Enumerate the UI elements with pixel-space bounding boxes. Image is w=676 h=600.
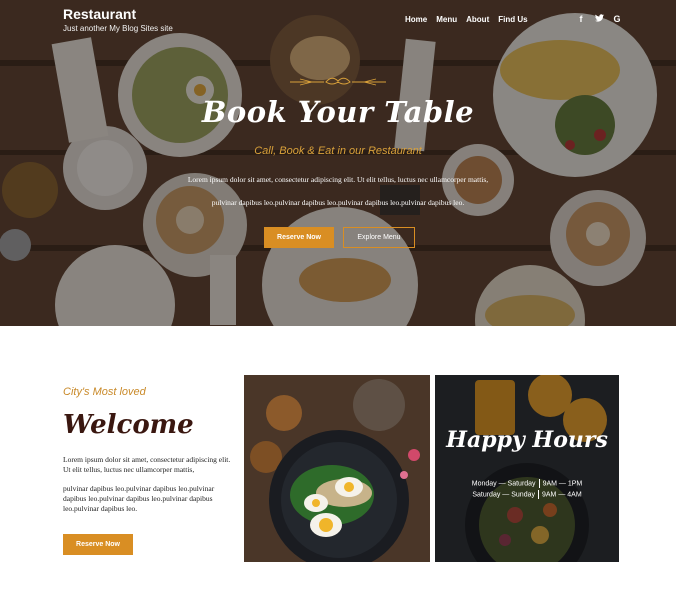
welcome-kicker: City's Most loved xyxy=(63,386,146,398)
nav-menu[interactable]: Menu xyxy=(436,15,457,24)
hero-subtitle: Call, Book & Eat in our Restaurant xyxy=(254,145,422,157)
happy-hours-separator xyxy=(538,479,540,488)
welcome-paragraph-2: pulvinar dapibus leo.pulvinar dapibus le… xyxy=(63,484,215,513)
happy-hours-days: Saturday — Sunday xyxy=(472,491,535,499)
twitter-icon[interactable] xyxy=(590,14,608,24)
nav-about[interactable]: About xyxy=(466,15,489,24)
happy-hours-overlay xyxy=(435,375,619,562)
facebook-icon[interactable]: f xyxy=(572,14,590,24)
hero-title: Book Your Table xyxy=(201,95,475,129)
main-nav: Home Menu About Find Us xyxy=(405,15,537,24)
ornament-divider-icon xyxy=(290,77,386,86)
social-links: f G xyxy=(572,14,626,24)
happy-hours-row: Saturday — Sunday 9AM — 4AM xyxy=(435,490,619,499)
nav-find-us[interactable]: Find Us xyxy=(498,15,527,24)
site-tagline: Just another My Blog Sites site xyxy=(63,24,173,33)
happy-hours-time: 9AM — 1PM xyxy=(542,480,583,488)
happy-hours-time: 9AM — 4AM xyxy=(541,491,582,499)
nav-home[interactable]: Home xyxy=(405,15,427,24)
explore-menu-button[interactable]: Explore Menu xyxy=(343,227,415,248)
hero-description-line-1: Lorem ipsum dolor sit amet, consectetur … xyxy=(187,175,489,184)
site-title[interactable]: Restaurant xyxy=(63,6,136,22)
happy-hours-card: Happy Hours Monday — Saturday 9AM — 1PM S… xyxy=(435,375,619,562)
hero-description: Lorem ipsum dolor sit amet, consectetur … xyxy=(160,168,516,214)
food-plate-image xyxy=(244,375,430,562)
happy-hours-days: Monday — Saturday xyxy=(471,480,536,488)
reserve-now-button[interactable]: Reserve Now xyxy=(264,227,334,248)
welcome-paragraph-1: Lorem ipsum dolor sit amet, consectetur … xyxy=(63,455,231,474)
hero-description-line-2: pulvinar dapibus leo.pulvinar dapibus le… xyxy=(211,198,465,207)
hero-dark-overlay xyxy=(0,0,676,326)
welcome-reserve-now-button[interactable]: Reserve Now xyxy=(63,534,133,555)
happy-hours-separator xyxy=(537,490,539,499)
happy-hours-row: Monday — Saturday 9AM — 1PM xyxy=(435,479,619,488)
google-icon[interactable]: G xyxy=(608,14,626,24)
hero-section: Restaurant Just another My Blog Sites si… xyxy=(0,0,676,326)
happy-hours-title: Happy Hours xyxy=(446,427,608,453)
food-photo xyxy=(244,375,430,562)
welcome-title: Welcome xyxy=(63,410,194,440)
